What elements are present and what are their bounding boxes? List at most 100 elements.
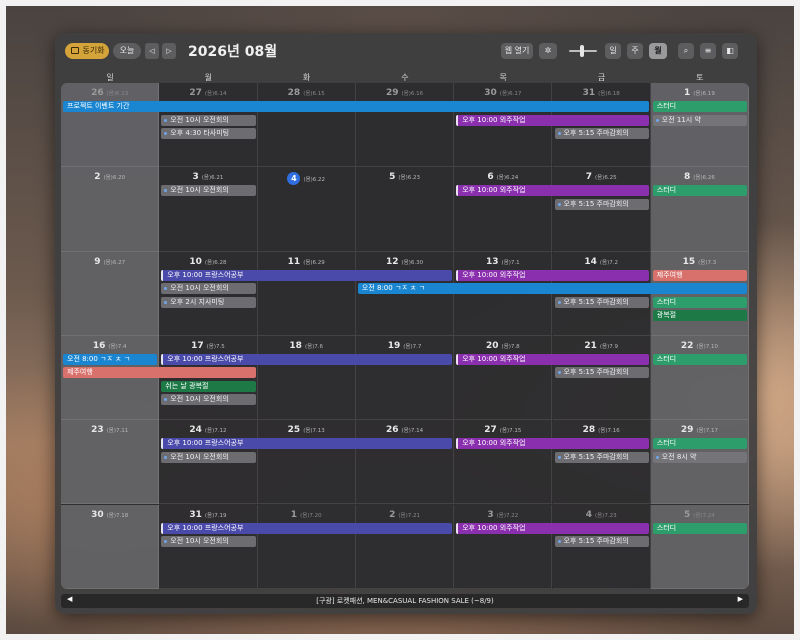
day-header: 13 (음)7.1 [454,257,551,267]
day-cell[interactable]: 23 (음)7.11 [61,420,160,505]
view-week-button[interactable]: 주 [627,43,643,59]
day-header: 3 (음)7.22 [454,510,551,520]
day-cell[interactable]: 26 (음)7.14 [355,420,455,505]
timed-event[interactable]: 오후 2시 지사미팅 [161,296,256,308]
prev-month-button[interactable]: ◁ [145,43,159,59]
event-bar[interactable]: 스터디 [652,353,748,365]
day-cell[interactable]: 8 (음)6.26 [650,167,749,252]
day-cell[interactable]: 18 (음)7.6 [257,335,356,421]
day-cell[interactable]: 26 (음)6.13 [61,83,160,168]
day-header: 10 (음)6.28 [159,257,256,267]
lunar-date: (음)7.4 [108,343,127,350]
event-bar[interactable]: 스터디 [652,185,748,197]
event-bar[interactable]: 스터디 [652,522,748,534]
day-header: 26 (음)7.14 [356,425,453,435]
lunar-date: (음)7.24 [693,512,715,519]
today-button[interactable]: 오늘 [113,43,141,59]
day-cell[interactable]: 1 (음)7.20 [257,504,356,589]
day-cell[interactable]: 2 (음)6.20 [61,167,160,252]
event-bar[interactable]: 오후 10:00 외주작업 [456,269,649,281]
timed-event[interactable]: 오전 8시 약 [652,451,748,463]
search-button[interactable]: ⌕ [678,43,694,59]
next-month-button[interactable]: ▷ [162,43,176,59]
day-number: 15 [682,256,696,267]
day-cell[interactable]: 4 (음)6.22 [257,167,356,252]
event-bar[interactable]: 오후 10:00 외주작업 [456,185,649,197]
day-cell[interactable]: 22 (음)7.10 [650,335,749,421]
event-bar[interactable]: 오전 8:00 ㄱㅈ ㅊ ㄱ [357,283,748,295]
event-bar[interactable]: 오후 10:00 프랑스어공부 [161,438,453,450]
pin-button[interactable]: ✲ [539,43,557,59]
list-button[interactable]: ≡ [700,43,716,59]
timed-event[interactable]: 오후 5:15 주마감회의 [554,198,649,210]
day-cell[interactable]: 27 (음)7.15 [454,420,553,505]
event-bar[interactable]: 오후 10:00 외주작업 [456,353,649,365]
event-bar[interactable]: 오후 10:00 외주작업 [456,114,649,126]
ticker-text[interactable]: [구광] 로켓패션, MEN&CASUAL FASHION SALE (~8/9… [61,594,749,608]
day-number: 26 [385,425,399,436]
event-bar[interactable]: 스터디 [652,438,748,450]
day-cell[interactable]: 3 (음)7.22 [454,504,553,589]
calendar-sync-icon [71,47,79,54]
timed-event[interactable]: 오전 10시 오전회의 [161,185,256,197]
event-bar[interactable]: 스터디 [652,296,748,308]
event-bar[interactable]: 광복절 [652,310,748,322]
timed-event[interactable]: 오전 11시 약 [652,114,748,126]
day-header: 22 (음)7.10 [651,341,748,351]
timed-event[interactable]: 오전 10시 오전회의 [161,394,256,406]
day-cell[interactable]: 16 (음)7.4 [61,335,160,421]
opacity-slider-knob[interactable] [580,45,584,57]
event-bar[interactable]: 오후 10:00 프랑스어공부 [161,269,453,281]
event-bar[interactable]: 제주여행 [652,269,748,281]
event-bar[interactable]: 오후 10:00 프랑스어공부 [161,353,453,365]
day-number: 18 [289,340,302,351]
event-bar[interactable]: 프로젝트 이벤트 기간 [63,101,649,112]
timed-event[interactable]: 오후 5:15 주마감회의 [554,128,649,139]
timed-event[interactable]: 오전 10시 오전회의 [161,283,256,295]
day-cell[interactable]: 28 (음)6.15 [257,83,356,168]
event-bar[interactable]: 오전 8:00 ㄱㅈ ㅊ ㄱ [63,353,158,365]
open-web-button[interactable]: 웹 열기 [501,43,533,59]
timed-event[interactable]: 오후 5:15 주마감회의 [554,451,649,463]
event-bar[interactable]: 오후 10:00 외주작업 [456,522,649,534]
day-cell[interactable]: 25 (음)7.13 [257,420,356,505]
day-cell[interactable]: 30 (음)7.18 [61,504,160,589]
timed-event[interactable]: 오후 5:15 주마감회의 [554,367,649,379]
view-month-button[interactable]: 월 [649,43,667,59]
day-cell[interactable]: 9 (음)6.27 [61,251,160,336]
event-bar[interactable]: 제주여행 [63,367,256,379]
day-number: 31 [189,509,202,520]
day-number: 25 [287,425,301,436]
timed-event[interactable]: 오후 4:30 타사미팅 [161,128,256,139]
day-cell[interactable]: 3 (음)6.21 [159,167,258,252]
sync-button[interactable]: 동기화 [65,43,109,59]
day-header: 7 (음)6.25 [553,172,650,182]
day-header: 5 (음)7.24 [651,510,748,520]
day-cell[interactable]: 21 (음)7.9 [552,335,651,421]
day-number: 29 [680,425,694,436]
view-day-button[interactable]: 일 [605,43,621,59]
event-bar[interactable]: 스터디 [652,101,748,112]
day-number: 16 [92,340,106,351]
day-cell[interactable]: 5 (음)7.24 [650,504,749,589]
day-cell[interactable]: 5 (음)6.23 [355,167,455,252]
timed-event[interactable]: 오후 5:15 주마감회의 [554,536,649,547]
ticker-next-icon[interactable]: ▶ [738,595,743,603]
timed-event[interactable]: 오전 10시 오전회의 [161,114,256,126]
day-cell[interactable]: 11 (음)6.29 [257,251,356,336]
timed-event[interactable]: 오전 10시 오전회의 [161,451,256,463]
day-number: 28 [582,425,596,436]
day-cell[interactable]: 20 (음)7.8 [454,335,553,421]
timed-event[interactable]: 오전 10시 오전회의 [161,536,256,547]
event-bar[interactable]: 쉬는 날 광복절 [161,380,256,392]
event-bar[interactable]: 오후 10:00 외주작업 [456,438,649,450]
event-bar[interactable]: 오후 10:00 프랑스어공부 [161,522,453,534]
day-cell[interactable]: 17 (음)7.5 [159,335,258,421]
sidebar-toggle-button[interactable]: ◧ [722,43,738,59]
day-cell[interactable]: 2 (음)7.21 [355,504,455,589]
timed-event[interactable]: 오후 5:15 주마감회의 [554,296,649,308]
sync-label: 동기화 [82,46,105,55]
day-cell[interactable]: 19 (음)7.7 [355,335,455,421]
day-cell[interactable]: 29 (음)6.16 [355,83,455,168]
day-cell[interactable]: 6 (음)6.24 [454,167,553,252]
